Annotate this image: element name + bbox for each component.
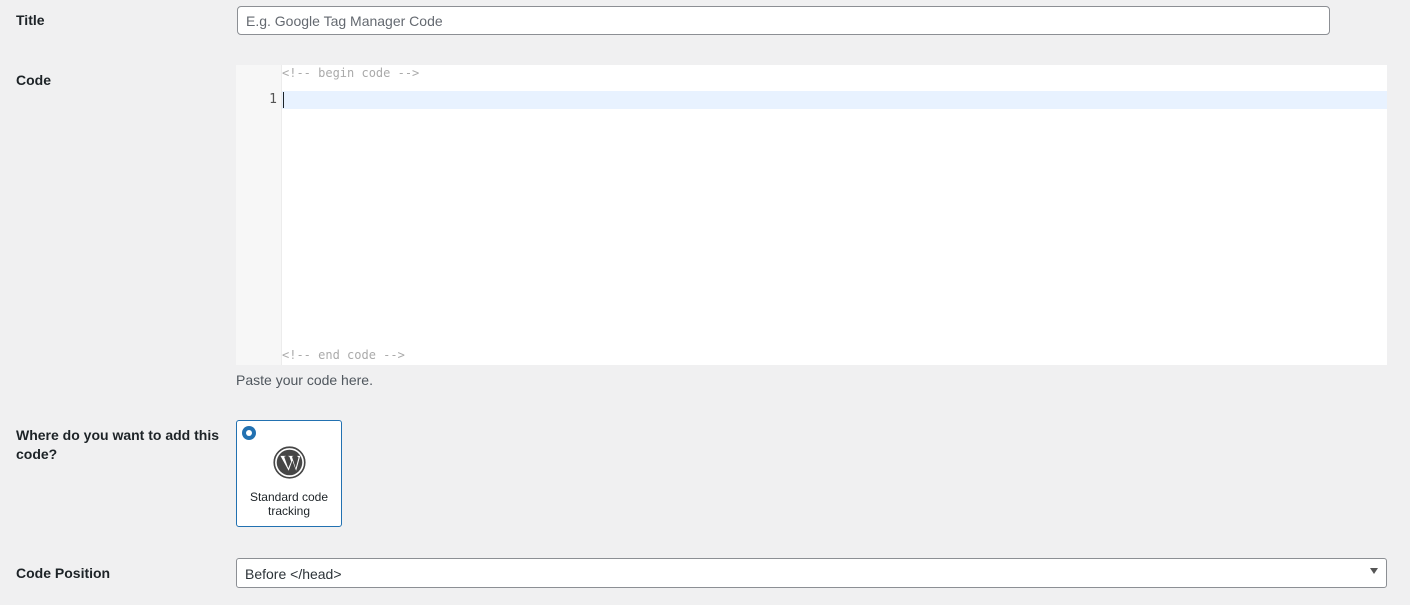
begin-code-comment: <!-- begin code --> (282, 66, 420, 80)
chevron-down-icon (1370, 568, 1378, 574)
location-option-label: Standard code tracking (249, 490, 329, 518)
code-help-text: Paste your code here. (236, 372, 373, 388)
end-code-comment: <!-- end code --> (282, 348, 405, 362)
code-position-select[interactable]: Before </head> (236, 558, 1387, 588)
code-label: Code (16, 72, 51, 88)
code-position-label: Code Position (16, 565, 111, 581)
title-input[interactable] (237, 6, 1330, 35)
location-label: Where do you want to add this code? (16, 427, 219, 462)
code-input-area[interactable] (282, 85, 1387, 345)
title-label: Title (16, 12, 45, 28)
code-position-value: Before </head> (245, 566, 342, 582)
code-editor[interactable]: 1 <!-- begin code --> <!-- end code --> (236, 65, 1387, 365)
wordpress-icon (273, 446, 306, 479)
location-option-standard[interactable]: Standard code tracking (236, 420, 342, 527)
line-number: 1 (269, 92, 277, 107)
editor-gutter: 1 (236, 65, 282, 365)
title-row: Title (0, 0, 1410, 50)
location-radio[interactable] (242, 426, 256, 440)
